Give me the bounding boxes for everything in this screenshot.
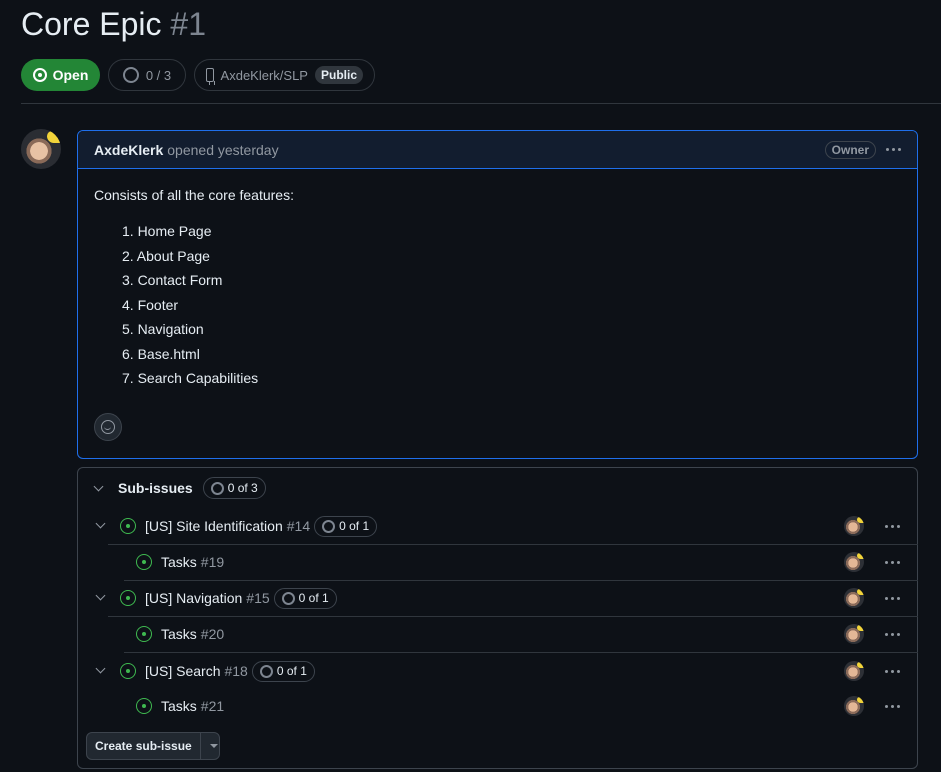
sub-issue-count-label: 0 of 1 [339,519,370,533]
repo-badge[interactable]: AxdeKlerk/SLP Public [194,59,375,91]
progress-ring-icon [122,67,139,83]
assignee-avatar[interactable] [844,661,864,681]
state-label: Open [52,67,89,83]
list-item: 3. Contact Form [122,272,223,288]
list-item: 2. About Page [122,247,210,264]
kebab-icon[interactable] [885,516,900,536]
kebab-icon[interactable] [885,661,900,681]
issue-title-text: Core Epic [21,6,162,42]
create-sub-issue-button[interactable]: Create sub-issue [86,732,220,760]
chevron-down-icon[interactable] [95,663,106,674]
issue-opened-icon [120,590,136,606]
owner-badge: Owner [824,140,876,159]
progress-ring-icon [322,519,336,533]
sub-issue-count: 0 of 1 [273,587,337,609]
triangle-down-icon[interactable] [209,744,218,748]
issue-opened-icon [136,698,152,714]
issue-number: #1 [170,6,206,42]
sub-issue-title[interactable]: [US] Navigation [145,590,242,606]
issue-opened-icon [32,68,47,82]
create-sub-issue-label[interactable]: Create sub-issue [87,739,200,753]
sub-issue-title[interactable]: [US] Search [145,663,220,679]
visibility-badge: Public [314,66,363,84]
state-badge: Open [21,59,100,91]
kebab-icon[interactable] [885,588,900,608]
sub-issue-row[interactable]: Tasks #19 [77,544,918,580]
progress-ring-icon [281,591,295,605]
sub-issue-row[interactable]: Tasks #21 [77,688,918,724]
sub-issue-count: 0 of 1 [314,515,378,537]
sub-issue-title[interactable]: [US] Site Identification [145,518,283,534]
issue-opened-icon [136,626,152,642]
sub-issue-number: #15 [246,590,270,606]
feature-list: 1. Home Page 2. About Page 3. Contact Fo… [94,219,901,391]
list-item: 7. Search Capabilities [122,370,259,386]
sub-issues-header[interactable]: Sub-issues 0 of 3 [93,477,266,499]
comment-body: Consists of all the core features: 1. Ho… [78,169,917,407]
issue-comment: AxdeKlerk opened yesterday Owner Consist… [77,130,918,459]
list-item: 4. Footer [122,296,179,313]
button-separator [199,733,201,759]
header-divider [21,103,941,104]
issue-opened-icon [120,518,136,534]
progress-ring-icon [210,481,224,495]
sub-issue-number: #21 [200,698,225,714]
list-item: 1. Home Page [122,223,212,239]
comment-timestamp[interactable]: opened yesterday [167,142,278,158]
sub-issue-row[interactable]: [US] Search #18 0 of 1 [77,653,918,689]
sub-issue-title[interactable]: Tasks [161,554,197,570]
assignee-avatar[interactable] [844,552,864,572]
sub-issue-count: 0 of 1 [251,660,315,682]
progress-badge[interactable]: 0 / 3 [108,59,186,91]
author-avatar[interactable] [21,129,61,169]
repo-name[interactable]: AxdeKlerk/SLP [221,68,308,83]
kebab-icon[interactable] [885,696,900,716]
progress-label: 0 / 3 [145,67,172,83]
sub-issues-count: 0 of 3 [202,477,266,499]
sub-issue-count-label: 0 of 1 [298,591,329,605]
sub-issue-title[interactable]: Tasks [161,626,197,642]
sub-issue-number: #18 [224,663,248,679]
list-item: 6. Base.html [122,345,200,362]
assignee-avatar[interactable] [844,624,864,644]
repo-icon [206,68,215,85]
chevron-down-icon[interactable] [95,590,106,601]
sub-issue-number: #19 [200,554,225,570]
kebab-icon[interactable] [885,552,900,572]
kebab-icon[interactable] [885,624,900,644]
assignee-avatar[interactable] [844,516,864,536]
sub-issues-count-label: 0 of 3 [227,481,258,495]
issue-opened-icon [120,663,136,679]
sub-issue-number: #14 [286,518,311,534]
progress-ring-icon [259,664,273,678]
chevron-down-icon[interactable] [95,518,106,529]
list-item: 5. Navigation [122,321,204,337]
assignee-avatar[interactable] [844,588,864,608]
issue-title: Core Epic #1 [21,6,206,43]
smiley-icon [101,420,115,434]
chevron-down-icon[interactable] [93,481,104,491]
comment-author[interactable]: AxdeKlerk [94,142,163,158]
sub-issue-number: #20 [200,626,225,642]
sub-issue-row[interactable]: Tasks #20 [77,616,918,652]
sub-issue-title[interactable]: Tasks [161,698,197,714]
sub-issue-row[interactable]: [US] Navigation #15 0 of 1 [77,580,918,616]
sub-issues-title: Sub-issues [118,480,193,496]
comment-intro: Consists of all the core features: [94,187,294,203]
issue-opened-icon [136,554,152,570]
sub-issue-count-label: 0 of 1 [276,664,307,678]
comment-kebab-icon[interactable] [886,140,901,160]
sub-issue-row[interactable]: [US] Site Identification #14 0 of 1 [77,508,918,544]
add-reaction-button[interactable] [94,413,122,441]
comment-header: AxdeKlerk opened yesterday Owner [78,131,917,169]
assignee-avatar[interactable] [844,696,864,716]
